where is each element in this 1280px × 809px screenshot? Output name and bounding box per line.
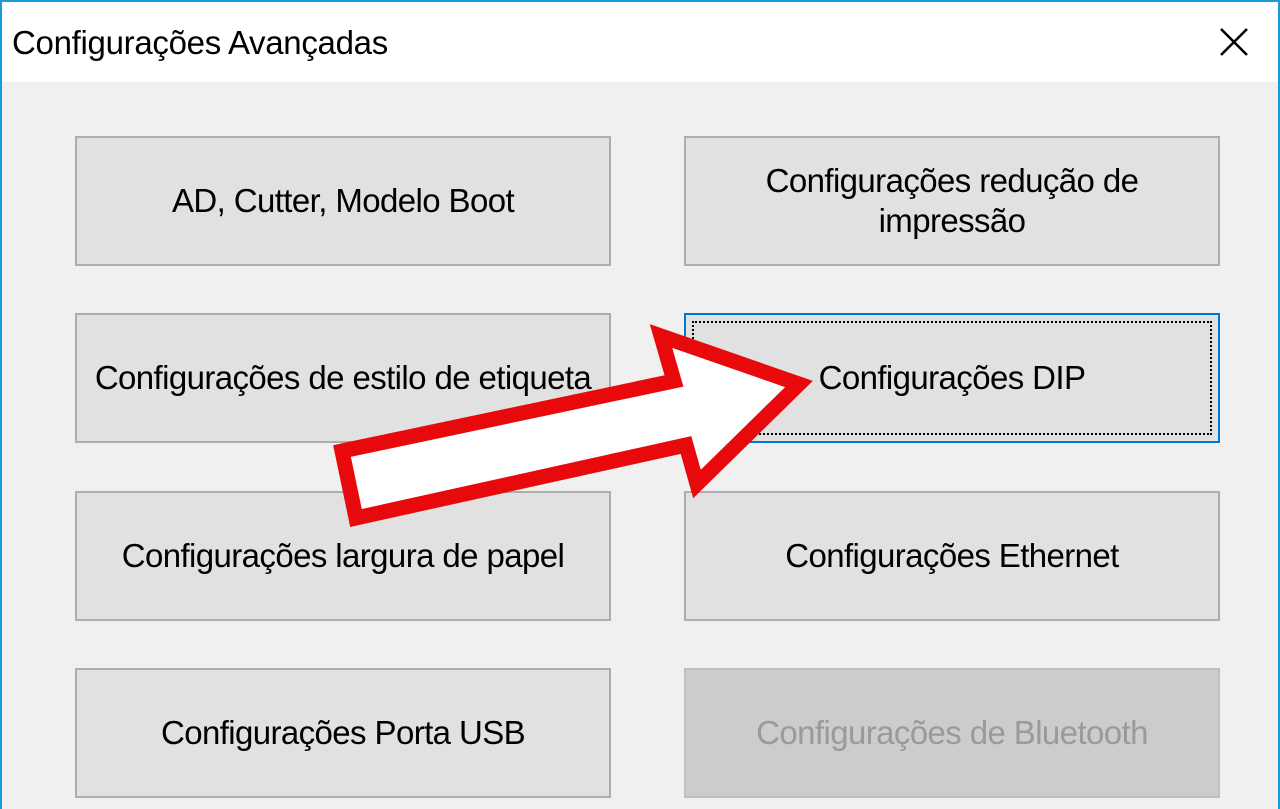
close-button[interactable]: [1208, 16, 1260, 68]
bluetooth-settings-button: Configurações de Bluetooth: [684, 668, 1220, 798]
print-reduction-button[interactable]: Configurações redução de impressão: [684, 136, 1220, 266]
ad-cutter-boot-label: AD, Cutter, Modelo Boot: [171, 182, 515, 219]
label-style-label: Configurações de estilo de etiqueta: [94, 359, 592, 396]
ethernet-settings-button[interactable]: Configurações Ethernet: [684, 491, 1220, 621]
title-bar: Configurações Avançadas: [2, 2, 1278, 82]
advanced-settings-dialog: Configurações Avançadas AD, Cutter, Mode…: [0, 0, 1280, 809]
dip-settings-button[interactable]: Configurações DIP: [684, 313, 1220, 443]
paper-width-label: Configurações largura de papel: [121, 537, 565, 574]
usb-port-button[interactable]: Configurações Porta USB: [75, 668, 611, 798]
close-icon: [1220, 28, 1248, 56]
ad-cutter-boot-button[interactable]: AD, Cutter, Modelo Boot: [75, 136, 611, 266]
ethernet-settings-label: Configurações Ethernet: [785, 537, 1119, 574]
window-title: Configurações Avançadas: [12, 24, 388, 61]
print-reduction-label: Configurações redução de impressão: [765, 162, 1139, 239]
usb-port-label: Configurações Porta USB: [160, 714, 526, 751]
paper-width-button[interactable]: Configurações largura de papel: [75, 491, 611, 621]
bluetooth-settings-label: Configurações de Bluetooth: [756, 714, 1148, 751]
dip-settings-label: Configurações DIP: [818, 359, 1086, 396]
label-style-button[interactable]: Configurações de estilo de etiqueta: [75, 313, 611, 443]
